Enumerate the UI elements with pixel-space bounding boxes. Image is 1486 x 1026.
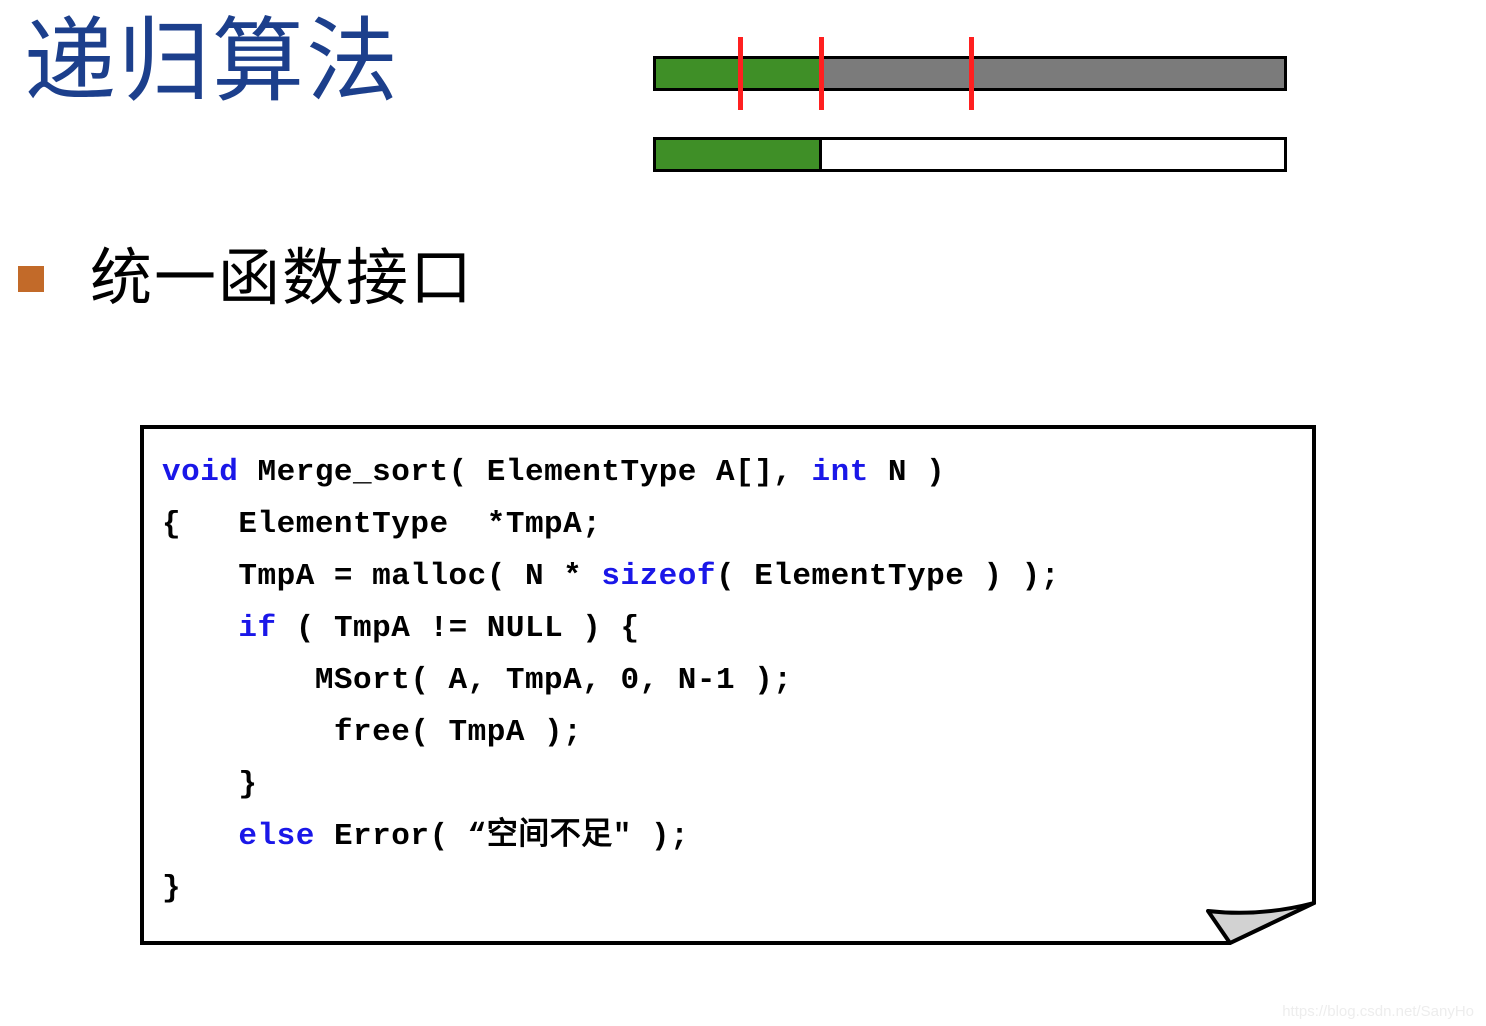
- code-text: }: [162, 767, 258, 802]
- code-text: N ): [868, 455, 946, 490]
- code-text: TmpA = malloc( N *: [162, 559, 602, 594]
- bullet-list-item: 统一函数接口: [18, 248, 474, 310]
- bullet-item-label: 统一函数接口: [90, 245, 475, 313]
- code-block: void Merge_sort( ElementType A[], int N …: [162, 447, 1306, 915]
- code-callout-box: void Merge_sort( ElementType A[], int N …: [140, 425, 1316, 945]
- code-keyword: sizeof: [601, 559, 716, 594]
- code-text: ( TmpA != NULL ) {: [276, 611, 640, 646]
- code-keyword: if: [238, 611, 277, 646]
- code-keyword: int: [811, 455, 869, 490]
- bar-segment-copied-green: [656, 140, 823, 169]
- square-bullet-icon: [18, 266, 44, 292]
- code-keyword: else: [238, 819, 315, 854]
- code-line: { ElementType *TmpA;: [162, 499, 1306, 551]
- array-bar-diagram: [653, 24, 1293, 184]
- code-line: void Merge_sort( ElementType A[], int N …: [162, 447, 1306, 499]
- code-text: free( TmpA );: [162, 715, 583, 750]
- code-line: }: [162, 759, 1306, 811]
- code-line: }: [162, 863, 1306, 915]
- code-keyword: void: [162, 455, 239, 490]
- code-text: Merge_sort( ElementType A[],: [238, 455, 812, 490]
- code-text: MSort( A, TmpA, 0, N-1 );: [162, 663, 793, 698]
- watermark-text: https://blog.csdn.net/SanyHo: [1282, 1003, 1474, 1020]
- tick-marker-icon-3: [969, 37, 975, 110]
- code-line: free( TmpA );: [162, 707, 1306, 759]
- code-line: else Error( “空间不足" );: [162, 811, 1306, 863]
- code-text: Error( “空间不足" );: [314, 819, 690, 854]
- code-line: if ( TmpA != NULL ) {: [162, 603, 1306, 655]
- page-title: 递归算法: [24, 11, 401, 113]
- code-line: TmpA = malloc( N * sizeof( ElementType )…: [162, 551, 1306, 603]
- bar-segment-unsorted-gray: [822, 59, 1284, 88]
- tick-marker-icon-2: [819, 37, 824, 110]
- code-text: }: [162, 871, 182, 906]
- array-bar-bottom: [653, 137, 1287, 172]
- code-line: MSort( A, TmpA, 0, N-1 );: [162, 655, 1306, 707]
- tick-marker-icon-1: [737, 37, 743, 110]
- code-text: { ElementType *TmpA;: [162, 507, 602, 542]
- code-text: ( ElementType ) );: [716, 559, 1060, 594]
- bar-segment-empty-white: [822, 140, 1284, 169]
